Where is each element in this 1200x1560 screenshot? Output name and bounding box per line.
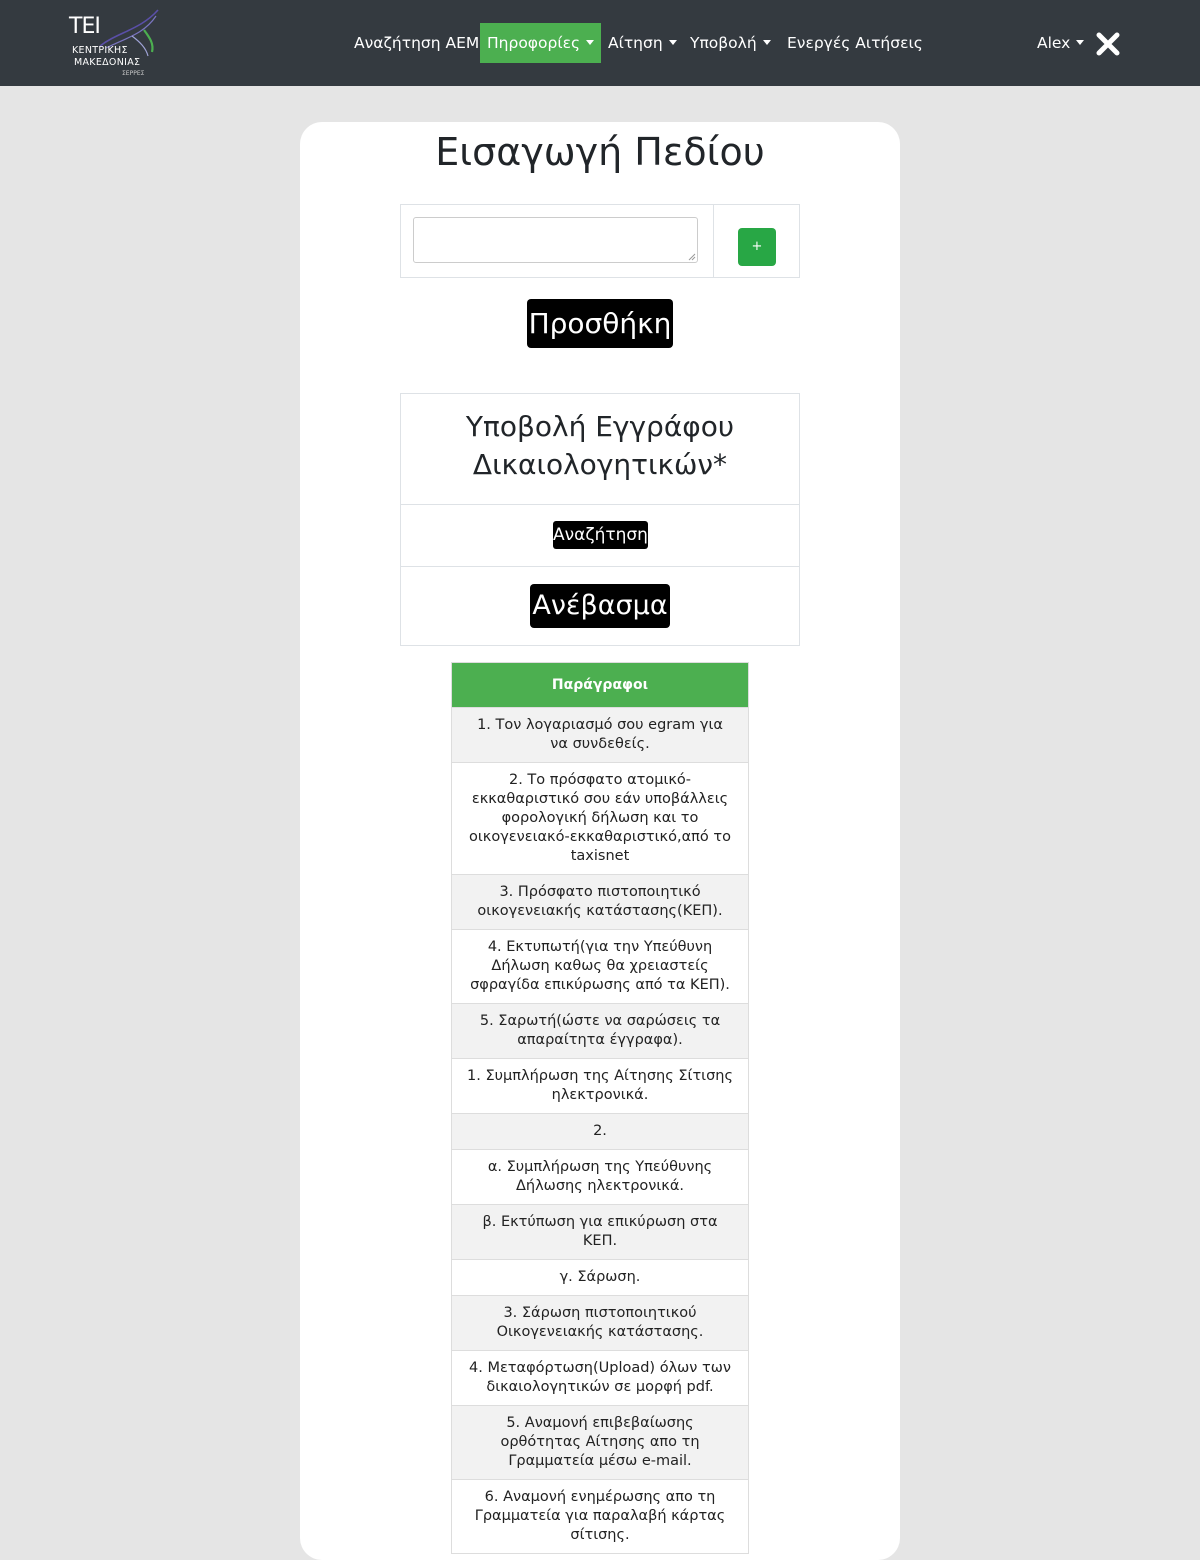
nav-active-applications-label: Ενεργές Αιτήσεις [787,34,923,52]
table-row: γ. Σάρωση. [451,1259,749,1296]
divider [401,566,799,567]
logo-line-1: ΚΕΝΤΡΙΚΗΣ [72,45,128,56]
table-row: 3. Πρόσφατο πιστοποιητικό οικογενειακής … [451,874,749,930]
nav-active-applications[interactable]: Ενεργές Αιτήσεις [780,23,930,63]
table-row: 2. Το πρόσφατο ατομικό-εκκαθαριστικό σου… [451,762,749,875]
upload-button[interactable]: Ανέβασμα [530,584,670,628]
logo-line-2: ΜΑΚΕΔΟΝΙΑΣ [74,57,141,68]
table-row: 1. Τον λογαριασμό σου egram για να συνδε… [451,707,749,763]
table-row: 6. Αναμονή ενημέρωσης απο τη Γραμματεία … [451,1479,749,1554]
table-row: 4. Εκτυπωτή(για την Υπεύθυνη Δήλωση καθω… [451,929,749,1004]
upload-title-line-2: Δικαιολογητικών* [472,448,728,481]
table-row: 1. Συμπλήρωση της Αίτησης Σίτισης ηλεκτρ… [451,1058,749,1114]
field-divider [713,205,714,277]
table-header: Παράγραφοι [451,662,749,708]
divider [401,504,799,505]
browse-file-button[interactable]: Αναζήτηση [553,521,648,549]
nav-application-dropdown[interactable]: Αίτηση [601,23,684,63]
field-entry-box: + [400,204,800,278]
logo-line-3: ΣΕΡΡΕΣ [122,70,145,77]
chevron-down-icon [1076,40,1085,45]
add-field-plus-button[interactable]: + [738,228,776,266]
field-input[interactable] [413,217,698,263]
nav-info-label: Πηροφορίες [487,34,581,52]
chevron-down-icon [668,40,677,45]
logo-mark: TEI [69,14,101,39]
nav-submission-dropdown[interactable]: Υποβολή [683,23,778,63]
nav-submission-label: Υποβολή [690,34,757,52]
page-title: Εισαγωγή Πεδίου [435,130,765,174]
table-row: 4. Μεταφόρτωση(Upload) όλων των δικαιολο… [451,1350,749,1406]
nav-search-aem[interactable]: Αναζήτηση ΑΕΜ [347,23,486,63]
upload-section-title: Υποβολή Εγγράφου Δικαιολογητικών* [401,408,799,484]
tei-logo[interactable]: TEI ΚΕΝΤΡΙΚΗΣ ΜΑΚΕΔΟΝΙΑΣ ΣΕΡΡΕΣ [66,8,166,80]
nav-application-label: Αίτηση [608,34,663,52]
add-button[interactable]: Προσθήκη [527,299,673,348]
table-row: β. Εκτύπωση για επικύρωση στα ΚΕΠ. [451,1204,749,1260]
nav-info-dropdown[interactable]: Πηροφορίες [480,23,602,63]
upload-title-line-1: Υποβολή Εγγράφου [465,410,735,443]
user-name: Alex [1037,34,1071,52]
paragraphs-table: Παράγραφοι 1. Τον λογαριασμό σου egram γ… [451,662,749,1554]
table-row: 2. [451,1113,749,1150]
table-row: 5. Αναμονή επιβεβαίωσης ορθότητας Αίτηση… [451,1405,749,1480]
resize-grip-icon[interactable] [688,253,696,261]
top-navbar: TEI ΚΕΝΤΡΙΚΗΣ ΜΑΚΕΔΟΝΙΑΣ ΣΕΡΡΕΣ Αναζήτησ… [0,0,1200,86]
table-row: 5. Σαρωτή(ώστε να σαρώσεις τα απαραίτητα… [451,1003,749,1059]
table-row: 3. Σάρωση πιστοποιητικού Οικογενειακής κ… [451,1295,749,1351]
document-upload-box: Υποβολή Εγγράφου Δικαιολογητικών* Αναζήτ… [400,393,800,646]
chevron-down-icon [586,40,595,45]
close-icon[interactable] [1096,32,1120,56]
nav-search-aem-label: Αναζήτηση ΑΕΜ [354,34,480,52]
table-row: α. Συμπλήρωση της Υπεύθυνης Δήλωσης ηλεκ… [451,1149,749,1205]
chevron-down-icon [762,40,771,45]
user-menu-dropdown[interactable]: Alex [1030,23,1091,63]
